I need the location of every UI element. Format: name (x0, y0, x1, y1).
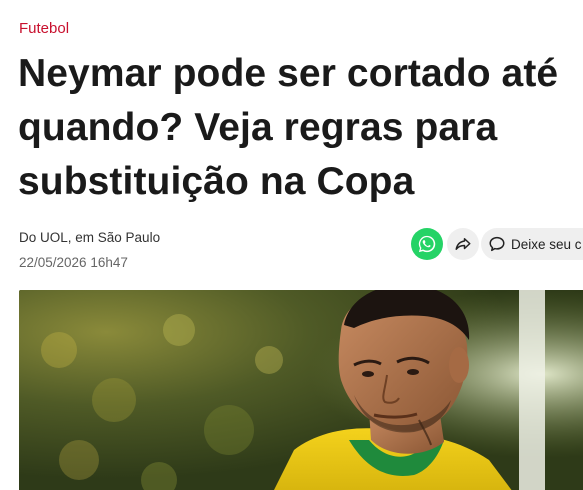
headline-line: substituição na Copa (18, 160, 415, 203)
article-page: Futebol Neymar pode ser cortado até quan… (0, 0, 583, 490)
comment-button[interactable]: Deixe seu c (481, 228, 583, 260)
neymar-photo (19, 290, 583, 490)
whatsapp-icon (418, 235, 436, 253)
share-button[interactable] (447, 228, 479, 260)
comment-button-label: Deixe seu c (511, 236, 582, 252)
headline-line: Neymar pode ser cortado até (18, 52, 559, 95)
whatsapp-share-button[interactable] (411, 228, 443, 260)
share-arrow-icon (455, 238, 471, 250)
category-link[interactable]: Futebol (19, 19, 69, 39)
article-headline: Neymar pode ser cortado até quando? Veja… (18, 47, 583, 209)
publish-date: 22/05/2026 16h47 (19, 255, 128, 270)
comment-bubble-icon (489, 236, 505, 252)
byline: Do UOL, em São Paulo (19, 230, 161, 245)
article-photo[interactable] (19, 290, 583, 490)
headline-line: quando? Veja regras para (18, 106, 498, 149)
